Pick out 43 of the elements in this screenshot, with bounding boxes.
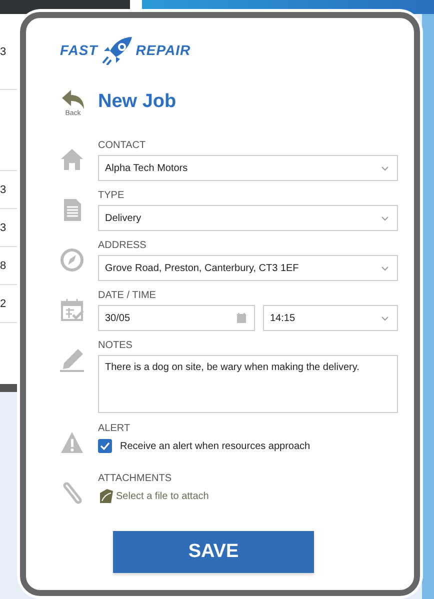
chevron-down-icon xyxy=(381,316,389,320)
checkbox[interactable] xyxy=(98,439,112,453)
notes-field[interactable]: There is a dog on site, be wary when making the delivery. xyxy=(98,355,398,413)
date-field[interactable]: 30/05 xyxy=(98,305,255,331)
field-label: ATTACHMENTS xyxy=(98,473,173,485)
home-icon xyxy=(60,148,84,172)
field-label: ALERT xyxy=(98,423,132,435)
table-cell: 3 xyxy=(0,184,6,196)
chevron-down-icon xyxy=(381,216,389,220)
warning-icon xyxy=(60,431,84,455)
table-cell: 2 xyxy=(0,298,6,310)
calendar-icon xyxy=(60,298,84,322)
time-dropdown[interactable]: 14:15 xyxy=(263,305,398,331)
back-arrow-icon xyxy=(61,88,85,110)
time-value: 14:15 xyxy=(270,312,296,324)
date-value: 30/05 xyxy=(105,312,130,324)
logo-text: REPAIR xyxy=(136,42,191,58)
field-label: TYPE xyxy=(98,190,126,202)
table-cell: 3 xyxy=(0,222,6,234)
field-label: NOTES xyxy=(98,340,134,352)
file-link[interactable]: Select a file to attach xyxy=(116,490,209,502)
table-cell: 3 xyxy=(0,46,6,58)
chevron-down-icon xyxy=(381,266,389,270)
dropdown[interactable]: Alpha Tech Motors xyxy=(98,155,398,181)
field-label: ADDRESS xyxy=(98,240,148,252)
save-button[interactable]: SAVE xyxy=(113,531,314,573)
calendar-icon xyxy=(237,313,246,323)
compass-icon xyxy=(60,248,84,272)
attach-file-icon xyxy=(98,488,114,504)
dropdown[interactable]: Grove Road, Preston, Canterbury, CT3 1EF xyxy=(98,255,398,281)
logo-text: FAST xyxy=(60,42,98,58)
field-label: DATE / TIME xyxy=(98,290,157,302)
dropdown-value: Alpha Tech Motors xyxy=(105,162,188,174)
table-cell: 8 xyxy=(0,260,6,272)
dropdown-value: Delivery xyxy=(105,212,142,224)
field-label: CONTACT xyxy=(98,140,147,152)
dropdown[interactable]: Delivery xyxy=(98,205,398,231)
dropdown-value: Grove Road, Preston, Canterbury, CT3 1EF xyxy=(105,262,299,274)
page-title: New Job xyxy=(98,91,176,113)
chevron-down-icon xyxy=(381,166,389,170)
checkbox-label: Receive an alert when resources approach xyxy=(120,440,310,452)
rocket-icon xyxy=(100,35,134,65)
pencil-icon xyxy=(60,348,84,372)
